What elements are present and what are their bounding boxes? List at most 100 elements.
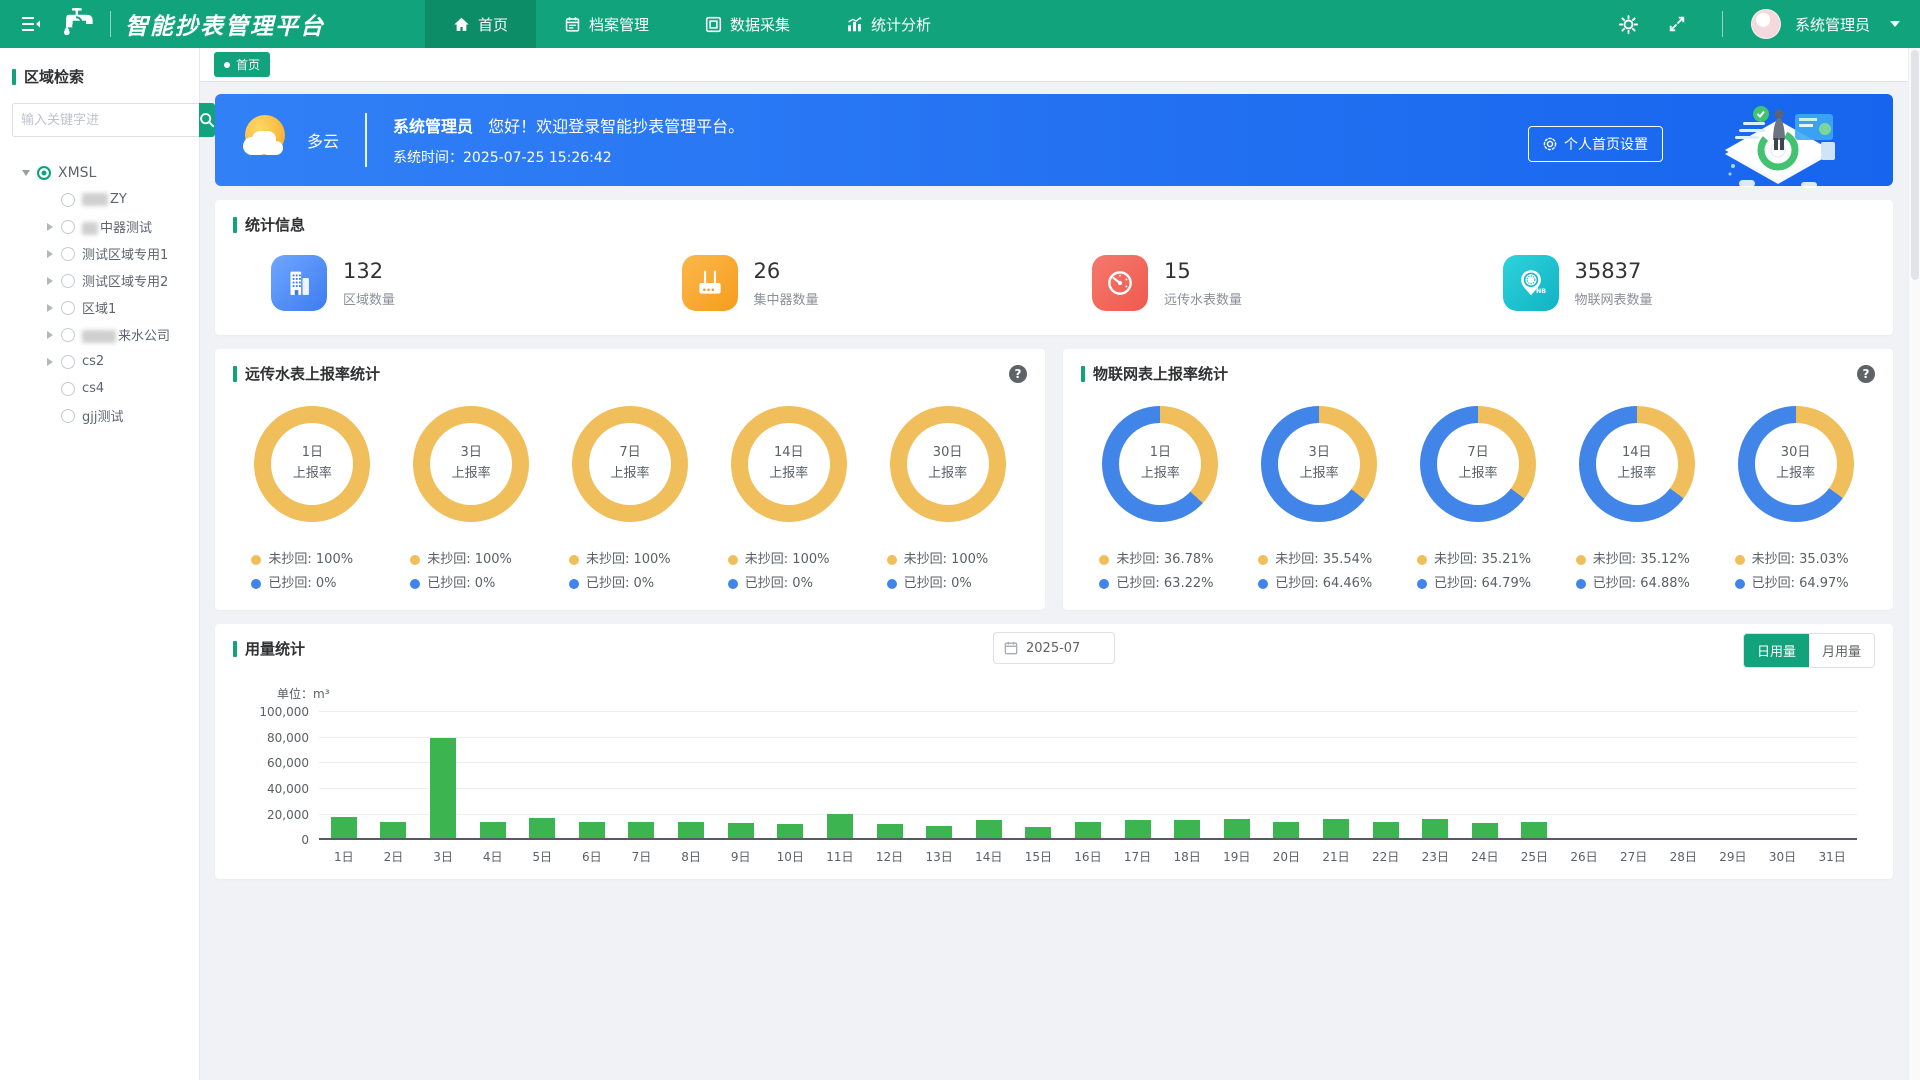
radio-button[interactable] — [61, 409, 75, 423]
donut-chart[interactable]: 1日上报率 — [254, 406, 370, 522]
daily-usage-button[interactable]: 日用量 — [1744, 634, 1809, 667]
iot-meter-panel: 物联网表上报率统计 ? 1日上报率未抄回: 36.78%已抄回: 63.22%3… — [1063, 349, 1893, 610]
bar[interactable] — [976, 820, 1002, 838]
bar[interactable] — [1273, 822, 1299, 838]
nav-item-stats[interactable]: 统计分析 — [818, 0, 959, 48]
caret-right-icon[interactable] — [47, 304, 53, 312]
nav-item-archive[interactable]: 档案管理 — [536, 0, 677, 48]
bar[interactable] — [827, 814, 853, 839]
donut-chart[interactable]: 1日上报率 — [1102, 406, 1218, 522]
report-rate-gauge: 30日上报率未抄回: 100%已抄回: 0% — [873, 406, 1023, 596]
bar[interactable] — [1174, 820, 1200, 838]
caret-right-icon[interactable] — [47, 250, 53, 258]
bar-slot — [914, 712, 964, 838]
radio-button[interactable] — [61, 301, 75, 315]
bar-slot — [418, 712, 468, 838]
radio-button[interactable] — [61, 355, 75, 369]
user-avatar[interactable] — [1751, 9, 1781, 39]
caret-right-icon[interactable] — [47, 331, 53, 339]
caret-right-icon[interactable] — [47, 277, 53, 285]
bar[interactable] — [1323, 819, 1349, 839]
remote-meter-panel: 远传水表上报率统计 ? 1日上报率未抄回: 100%已抄回: 0%3日上报率未抄… — [215, 349, 1045, 610]
bar[interactable] — [877, 824, 903, 838]
legend-row: 已抄回: 0% — [251, 572, 353, 596]
bar[interactable] — [480, 822, 506, 838]
gear-icon[interactable] — [1612, 0, 1646, 48]
bar[interactable] — [529, 818, 555, 838]
bar-slot — [319, 712, 369, 838]
tree-item[interactable]: gjj测试 — [12, 402, 187, 429]
bar[interactable] — [380, 822, 406, 838]
caret-right-icon[interactable] — [47, 358, 53, 366]
tree-item[interactable]: 测试区域专用1 — [12, 240, 187, 267]
caret-right-icon[interactable] — [47, 223, 53, 231]
tree-item[interactable]: 来水公司 — [12, 321, 187, 348]
monthly-usage-button[interactable]: 月用量 — [1809, 634, 1874, 667]
radio-button[interactable] — [61, 220, 75, 234]
help-icon[interactable]: ? — [1857, 365, 1875, 383]
gauge-legend: 未抄回: 100%已抄回: 0% — [887, 548, 989, 596]
bar[interactable] — [1422, 819, 1448, 838]
donut-chart[interactable]: 3日上报率 — [1261, 406, 1377, 522]
region-search-input[interactable] — [12, 103, 199, 137]
tree-item[interactable]: XMSL — [12, 159, 187, 186]
gauge-legend: 未抄回: 100%已抄回: 0% — [728, 548, 830, 596]
fullscreen-icon[interactable] — [1660, 0, 1694, 48]
radio-button[interactable] — [61, 382, 75, 396]
bar[interactable] — [678, 822, 704, 838]
tree-item[interactable]: 测试区域专用2 — [12, 267, 187, 294]
radio-button[interactable] — [61, 247, 75, 261]
nav-item-data-collect[interactable]: 数据采集 — [677, 0, 818, 48]
bar[interactable] — [1224, 819, 1250, 838]
bar-slot — [617, 712, 667, 838]
donut-center-label: 1日上报率 — [254, 406, 370, 522]
bar[interactable] — [1025, 827, 1051, 838]
help-icon[interactable]: ? — [1009, 365, 1027, 383]
bar[interactable] — [926, 826, 952, 839]
gauge-legend: 未抄回: 36.78%已抄回: 63.22% — [1099, 548, 1213, 596]
tree-item[interactable]: 区域1 — [12, 294, 187, 321]
donut-chart[interactable]: 14日上报率 — [1579, 406, 1695, 522]
bar[interactable] — [728, 823, 754, 838]
radio-button[interactable] — [61, 274, 75, 288]
radio-button[interactable] — [37, 166, 51, 180]
donut-chart[interactable]: 30日上报率 — [890, 406, 1006, 522]
month-picker[interactable]: 2025-07 — [993, 632, 1115, 664]
radio-button[interactable] — [61, 193, 75, 207]
bar-slot — [815, 712, 865, 838]
tree-item[interactable]: cs4 — [12, 375, 187, 402]
bar[interactable] — [777, 824, 803, 838]
bar-slot — [1262, 712, 1312, 838]
tree-item[interactable]: 中器测试 — [12, 213, 187, 240]
caret-down-icon[interactable] — [22, 170, 30, 176]
scrollbar-thumb[interactable] — [1911, 50, 1919, 280]
main-scrollbar[interactable] — [1908, 48, 1920, 1080]
tab-home[interactable]: 首页 — [214, 52, 270, 77]
data-collect-icon — [705, 16, 722, 33]
collapse-sidebar-icon[interactable] — [14, 0, 48, 48]
bar[interactable] — [1472, 823, 1498, 838]
bar[interactable] — [331, 817, 357, 838]
donut-chart[interactable]: 14日上报率 — [731, 406, 847, 522]
donut-chart[interactable]: 30日上报率 — [1738, 406, 1854, 522]
donut-chart[interactable]: 3日上报率 — [413, 406, 529, 522]
radio-button[interactable] — [61, 328, 75, 342]
bar[interactable] — [579, 822, 605, 838]
personal-home-settings-button[interactable]: 个人首页设置 — [1528, 126, 1663, 162]
donut-chart[interactable]: 7日上报率 — [572, 406, 688, 522]
bar[interactable] — [1125, 820, 1151, 838]
y-axis-label: 0 — [249, 833, 309, 847]
bar[interactable] — [1075, 822, 1101, 838]
bar[interactable] — [628, 822, 654, 838]
nav-item-home[interactable]: 首页 — [425, 0, 536, 48]
donut-chart[interactable]: 7日上报率 — [1420, 406, 1536, 522]
nav-item-label: 统计分析 — [871, 14, 931, 35]
tree-item[interactable]: ZY — [12, 186, 187, 213]
bar-slot — [517, 712, 567, 838]
bar[interactable] — [1521, 822, 1547, 838]
bar[interactable] — [430, 738, 456, 838]
chevron-down-icon[interactable] — [1890, 21, 1900, 27]
bar[interactable] — [1373, 822, 1399, 838]
user-name[interactable]: 系统管理员 — [1795, 14, 1870, 35]
tree-item[interactable]: cs2 — [12, 348, 187, 375]
